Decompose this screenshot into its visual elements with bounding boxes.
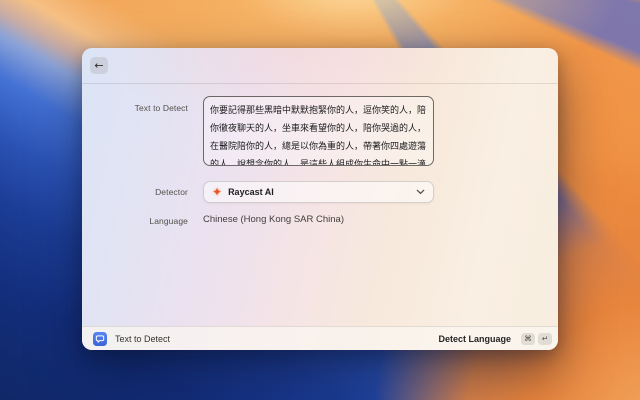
text-to-detect-value: 你要記得那些黑暗中默默抱緊你的人，逗你笑的人，陪你徹夜聊天的人，坐車來看望你的人… (210, 106, 426, 166)
window-header: ← (82, 48, 558, 84)
footer-bar: Text to Detect Detect Language ⌘ ↵ (82, 326, 558, 350)
detect-language-action[interactable]: Detect Language (438, 334, 511, 344)
screen: ← Text to Detect 你要記得那些黑暗中默默抱緊你的人，逗你笑的人，… (0, 0, 640, 400)
detector-selected-value: Raycast AI (228, 187, 410, 197)
raycast-ai-icon: ✦ (212, 186, 222, 198)
chevron-down-icon (416, 189, 425, 195)
detector-label: Detector (82, 187, 188, 197)
return-key-icon[interactable]: ↵ (538, 333, 552, 345)
text-to-detect-input[interactable]: 你要記得那些黑暗中默默抱緊你的人，逗你笑的人，陪你徹夜聊天的人，坐車來看望你的人… (203, 96, 434, 166)
language-label: Language (82, 216, 188, 226)
command-key-icon[interactable]: ⌘ (521, 333, 535, 345)
text-to-detect-label: Text to Detect (82, 103, 188, 113)
raycast-window: ← Text to Detect 你要記得那些黑暗中默默抱緊你的人，逗你笑的人，… (82, 48, 558, 350)
detector-dropdown[interactable]: ✦ Raycast AI (203, 181, 434, 203)
language-value: Chinese (Hong Kong SAR China) (203, 214, 434, 225)
chat-bubble-icon (93, 332, 107, 346)
back-button[interactable]: ← (90, 57, 108, 74)
footer-command-name: Text to Detect (115, 334, 170, 344)
